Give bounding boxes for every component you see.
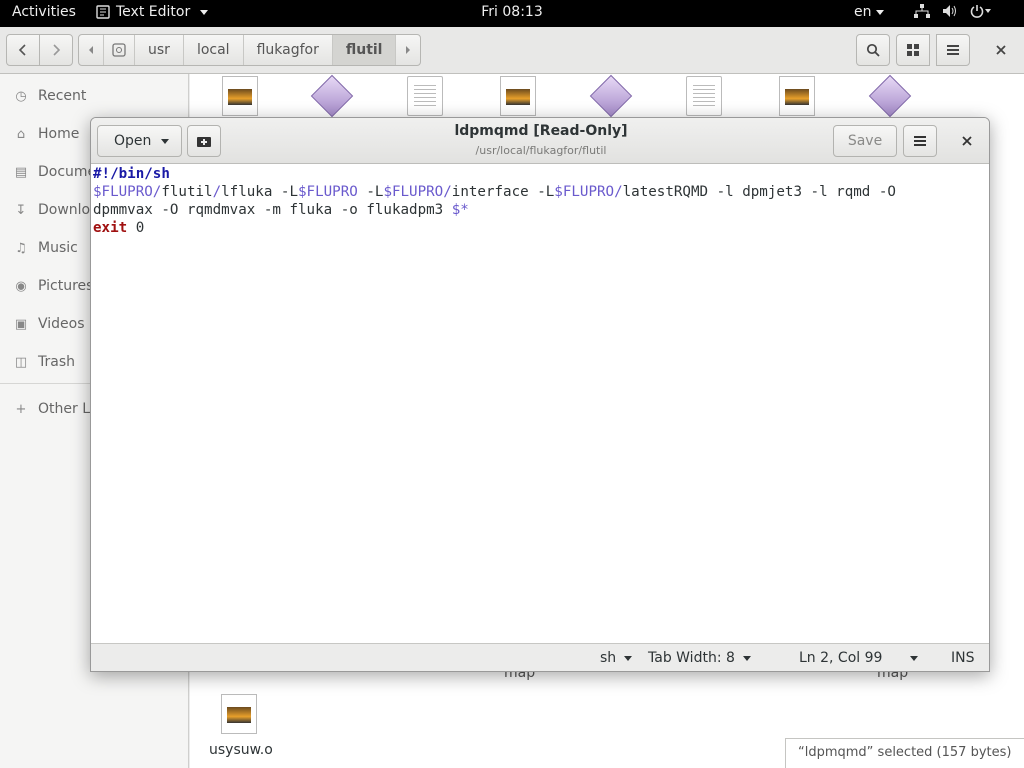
sidebar-item-label: Music (38, 240, 78, 256)
sidebar-item-label: Trash (38, 354, 75, 370)
editor-menu-button[interactable] (903, 125, 937, 157)
chevron-right-icon (406, 46, 411, 54)
grid-icon (907, 44, 919, 56)
file-icon-image[interactable] (221, 694, 257, 734)
save-button[interactable]: Save (833, 125, 897, 157)
chevron-down-icon (910, 655, 919, 661)
search-button[interactable] (856, 34, 890, 66)
file-icon-text[interactable] (686, 76, 722, 116)
top-bar: Activities Text Editor Fri 08:13 en (0, 0, 1024, 27)
volume-icon (943, 5, 956, 17)
breadcrumb-scroll-left[interactable] (79, 35, 104, 65)
file-icon-image[interactable] (222, 76, 258, 116)
file-label[interactable]: usysuw.o (209, 742, 273, 758)
chevron-down-icon (161, 138, 170, 144)
language-menu[interactable]: en (854, 4, 884, 20)
open-button-label: Open (114, 133, 152, 149)
cursor-position-label: Ln 2, Col 99 (799, 650, 883, 666)
language-label: sh (600, 650, 617, 666)
network-icon (914, 4, 930, 18)
system-menu[interactable] (914, 4, 992, 18)
breadcrumb-flutil[interactable]: flutil (332, 35, 397, 65)
file-icon-binary[interactable] (589, 74, 633, 118)
code-line-1: #!/bin/sh (93, 166, 170, 182)
breadcrumb-local[interactable]: local (184, 35, 244, 65)
home-icon: ⌂ (16, 126, 26, 142)
app-menu-label: Text Editor (116, 4, 191, 20)
activities-button[interactable]: Activities (12, 4, 76, 20)
chevron-down-icon (200, 9, 209, 15)
code-editor[interactable]: #!/bin/sh $FLUPRO/flutil/lfluka -L$FLUPR… (93, 165, 989, 643)
file-icon-binary[interactable] (310, 74, 354, 118)
close-icon (996, 45, 1006, 55)
tab-width-label: Tab Width: 8 (648, 650, 735, 666)
hamburger-icon (914, 136, 926, 146)
editor-subtitle: /usr/local/flukagfor/flutil (475, 144, 607, 157)
sidebar-item-label: Home (38, 126, 80, 142)
close-icon (962, 136, 972, 146)
forward-button[interactable] (39, 34, 73, 66)
hamburger-icon (947, 45, 959, 55)
sidebar-item-recent[interactable]: ◷ Recent (14, 88, 86, 104)
chevron-left-icon (18, 44, 26, 56)
code-line-3: exit 0 (93, 220, 145, 236)
drive-icon (112, 43, 126, 57)
clock[interactable]: Fri 08:13 (481, 4, 542, 20)
cursor-position-selector[interactable]: Ln 2, Col 99 (799, 650, 919, 666)
sidebar-item-music[interactable]: ♫ Music (14, 240, 78, 256)
new-document-icon (197, 137, 211, 147)
file-icon-image[interactable] (500, 76, 536, 116)
sidebar-item-trash[interactable]: ◫ Trash (14, 354, 75, 370)
clock-icon: ◷ (15, 88, 27, 104)
chevron-left-icon (89, 46, 93, 54)
trash-icon: ◫ (14, 354, 28, 370)
menu-button[interactable] (936, 34, 970, 66)
insert-mode-indicator[interactable]: INS (951, 650, 975, 666)
breadcrumb-flukagfor[interactable]: flukagfor (244, 35, 333, 65)
sidebar-item-videos[interactable]: ▣ Videos (14, 316, 85, 332)
chevron-right-icon (53, 44, 61, 56)
sidebar-item-home[interactable]: ⌂ Home (14, 126, 79, 142)
editor-status-bar: sh Tab Width: 8 Ln 2, Col 99 INS (91, 643, 989, 671)
code-line-2: $FLUPRO/flutil/lfluka -L$FLUPRO -L$FLUPR… (93, 184, 896, 218)
sidebar-item-pictures[interactable]: ◉ Pictures (14, 278, 93, 294)
chevron-down-icon (875, 9, 884, 15)
document-icon: ▤ (14, 164, 28, 180)
plus-icon: + (15, 401, 27, 417)
editor-header-bar: Open ldpmqmd [Read-Only] /usr/local/fluk… (91, 118, 989, 164)
file-icon-text[interactable] (407, 76, 443, 116)
file-icon-image[interactable] (779, 76, 815, 116)
camera-icon: ◉ (15, 278, 27, 294)
language-selector[interactable]: sh (600, 650, 633, 666)
breadcrumb: usr local flukagfor flutil (78, 34, 422, 66)
download-icon: ↧ (15, 202, 27, 218)
breadcrumb-scroll-right[interactable] (396, 35, 420, 65)
files-header-bar: usr local flukagfor flutil (0, 27, 1024, 74)
view-toggle-button[interactable] (896, 34, 930, 66)
app-menu[interactable]: Text Editor (96, 4, 209, 20)
breadcrumb-root[interactable] (104, 35, 135, 65)
text-editor-icon (96, 5, 110, 19)
files-close-button[interactable] (987, 34, 1015, 66)
power-icon (970, 5, 991, 18)
back-button[interactable] (6, 34, 40, 66)
editor-close-button[interactable] (951, 125, 983, 157)
video-icon: ▣ (14, 316, 28, 332)
open-button[interactable]: Open (97, 125, 182, 157)
sidebar-item-label: Pictures (38, 278, 94, 294)
text-editor-window: Open ldpmqmd [Read-Only] /usr/local/fluk… (90, 117, 990, 672)
breadcrumb-usr[interactable]: usr (135, 35, 184, 65)
selection-status: “ldpmqmd” selected (157 bytes) (785, 738, 1024, 768)
language-label: en (854, 4, 872, 20)
sidebar-item-label: Recent (38, 88, 87, 104)
file-icon-binary[interactable] (868, 74, 912, 118)
search-icon (866, 43, 880, 57)
music-icon: ♫ (15, 240, 27, 256)
tab-width-selector[interactable]: Tab Width: 8 (648, 650, 751, 666)
editor-title: ldpmqmd [Read-Only] (454, 123, 628, 139)
new-document-button[interactable] (187, 125, 221, 157)
chevron-down-icon (742, 655, 751, 661)
sidebar-item-label: Videos (38, 316, 85, 332)
chevron-down-icon (624, 655, 633, 661)
